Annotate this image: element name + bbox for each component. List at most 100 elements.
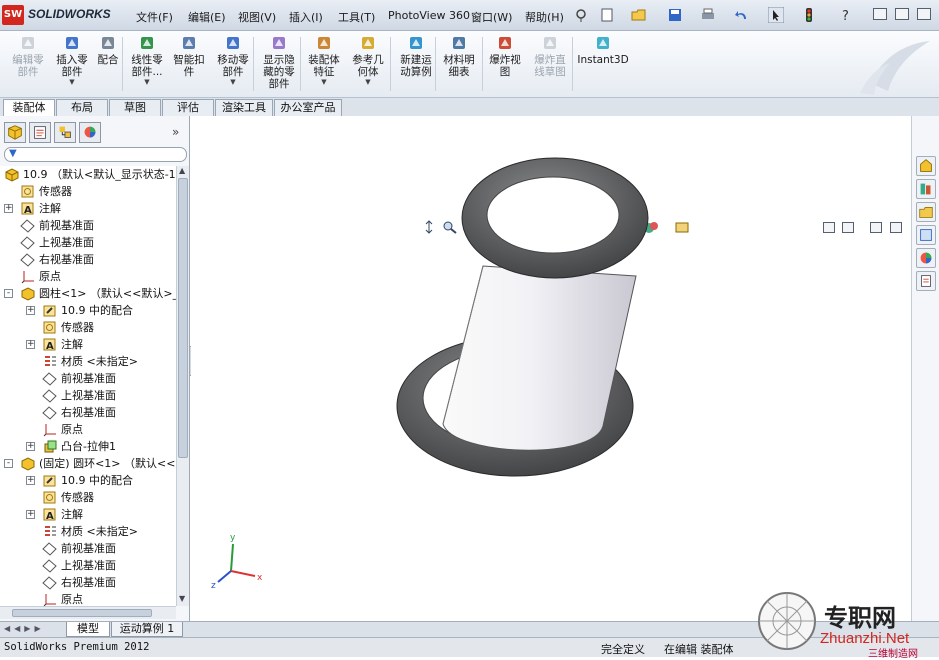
- tree-node[interactable]: 右视基准面: [0, 251, 176, 268]
- tab-evaluate[interactable]: 评估: [162, 99, 214, 116]
- tree-node[interactable]: 右视基准面: [0, 404, 176, 421]
- pin-icon[interactable]: [573, 7, 589, 23]
- view-palette-icon[interactable]: [916, 225, 936, 245]
- menu-window[interactable]: 窗口(W): [471, 9, 512, 25]
- tree-horizontal-scrollbar[interactable]: [0, 606, 176, 619]
- command-insert-component-button[interactable]: 插入零 部件 ▼: [55, 34, 89, 86]
- dropdown-caret-icon[interactable]: ▼: [349, 78, 387, 86]
- graphics-area[interactable]: ✕: [191, 116, 922, 621]
- menu-help[interactable]: 帮助(H): [525, 9, 564, 25]
- menu-photoview[interactable]: PhotoView 360: [388, 9, 470, 22]
- top-torus[interactable]: [461, 157, 649, 279]
- restore-button[interactable]: [895, 8, 909, 20]
- command-instant3d-button[interactable]: Instant3D: [577, 34, 629, 66]
- tree-node[interactable]: - 圆柱<1> （默认<<默认>_显示: [0, 285, 176, 302]
- command-explode-line-sketch-button[interactable]: 爆炸直 线草图: [531, 34, 569, 78]
- model-3d-view[interactable]: y x z: [191, 116, 911, 621]
- tab-model[interactable]: 模型: [66, 622, 110, 637]
- custom-properties-icon[interactable]: [916, 271, 936, 291]
- tree-node[interactable]: 上视基准面: [0, 387, 176, 404]
- expand-plus-icon[interactable]: +: [26, 306, 35, 315]
- tree-node[interactable]: + A 注解: [0, 336, 176, 353]
- tab-assembly[interactable]: 装配体: [3, 99, 55, 116]
- tab-motion-study-1[interactable]: 运动算例 1: [111, 622, 183, 637]
- tab-layout[interactable]: 布局: [56, 99, 108, 116]
- tab-scroll-arrows-icon[interactable]: ◀◀▶▶: [4, 624, 45, 633]
- tab-render-tools[interactable]: 渲染工具: [215, 99, 273, 116]
- save-icon[interactable]: [667, 7, 683, 23]
- tab-sketch[interactable]: 草图: [109, 99, 161, 116]
- configuration-manager-tab-icon[interactable]: [54, 122, 76, 143]
- tree-node[interactable]: +10.9 中的配合: [0, 472, 176, 489]
- file-explorer-icon[interactable]: [916, 202, 936, 222]
- command-mate-button[interactable]: 配合: [95, 34, 121, 66]
- menu-file[interactable]: 文件(F): [136, 9, 173, 25]
- expand-plus-icon[interactable]: +: [26, 442, 35, 451]
- collapse-panel-chevron-icon[interactable]: »: [172, 125, 179, 139]
- tree-node[interactable]: 前视基准面: [0, 217, 176, 234]
- tree-node[interactable]: 前视基准面: [0, 540, 176, 557]
- command-new-motion-study-button[interactable]: 新建运 动算例: [396, 34, 436, 78]
- dropdown-caret-icon[interactable]: ▼: [127, 78, 167, 86]
- expand-plus-icon[interactable]: +: [4, 204, 13, 213]
- rebuild-traffic-light-icon[interactable]: [801, 7, 817, 23]
- tree-node[interactable]: 右视基准面: [0, 574, 176, 591]
- property-manager-tab-icon[interactable]: [29, 122, 51, 143]
- scroll-up-arrow-icon[interactable]: ▲: [179, 166, 185, 175]
- tree-node[interactable]: +10.9 中的配合: [0, 302, 176, 319]
- tab-office-products[interactable]: 办公室产品: [274, 99, 342, 116]
- undo-icon[interactable]: [734, 7, 750, 23]
- tree-node[interactable]: + A 注解: [0, 200, 176, 217]
- tree-node[interactable]: 材质 <未指定>: [0, 353, 176, 370]
- dropdown-caret-icon[interactable]: ▼: [214, 78, 252, 86]
- command-edit-component-button[interactable]: 编辑零 部件: [8, 34, 48, 78]
- tree-node[interactable]: 10.9 （默认<默认_显示状态-1: [0, 166, 176, 183]
- expand-plus-icon[interactable]: +: [26, 510, 35, 519]
- command-smart-fasteners-button[interactable]: 智能扣 件: [171, 34, 207, 78]
- tree-node[interactable]: 原点: [0, 591, 176, 606]
- print-icon[interactable]: [700, 7, 716, 23]
- feature-manager-tab-icon[interactable]: [4, 122, 26, 143]
- menu-view[interactable]: 视图(V): [238, 9, 276, 25]
- close-button[interactable]: [917, 8, 931, 20]
- tree-node[interactable]: 前视基准面: [0, 370, 176, 387]
- menu-edit[interactable]: 编辑(E): [188, 9, 226, 25]
- tree-node[interactable]: 传感器: [0, 183, 176, 200]
- command-bill-of-materials-button[interactable]: 材料明 细表: [441, 34, 477, 78]
- horizontal-scroll-thumb[interactable]: [12, 609, 152, 617]
- tree-node[interactable]: 上视基准面: [0, 234, 176, 251]
- appearances-icon[interactable]: [916, 248, 936, 268]
- command-move-component-button[interactable]: 移动零 部件 ▼: [214, 34, 252, 86]
- select-pointer-icon[interactable]: [768, 7, 784, 23]
- command-assembly-features-button[interactable]: 装配体 特征 ▼: [305, 34, 343, 86]
- command-reference-geometry-button[interactable]: 参考几 何体 ▼: [349, 34, 387, 86]
- menu-tools[interactable]: 工具(T): [338, 9, 375, 25]
- display-manager-tab-icon[interactable]: [79, 122, 101, 143]
- tree-node[interactable]: 原点: [0, 421, 176, 438]
- tree-vertical-scrollbar[interactable]: ▲ ▼: [176, 166, 189, 606]
- tree-node[interactable]: + 凸台-拉伸1: [0, 438, 176, 455]
- tree-node[interactable]: 上视基准面: [0, 557, 176, 574]
- tree-node[interactable]: 材质 <未指定>: [0, 523, 176, 540]
- tree-node[interactable]: - (固定) 圆环<1> （默认<<默: [0, 455, 176, 472]
- command-exploded-view-button[interactable]: 爆炸视 图: [487, 34, 523, 78]
- tree-node[interactable]: + A 注解: [0, 506, 176, 523]
- tree-filter-input[interactable]: ▼: [4, 147, 187, 162]
- expand-plus-icon[interactable]: +: [26, 476, 35, 485]
- dropdown-caret-icon[interactable]: ▼: [305, 78, 343, 86]
- minimize-button[interactable]: [873, 8, 887, 20]
- menu-insert[interactable]: 插入(I): [289, 9, 323, 25]
- help-icon[interactable]: ?: [838, 7, 854, 23]
- tree-node[interactable]: 传感器: [0, 319, 176, 336]
- command-linear-pattern-button[interactable]: 线性零 部件... ▼: [127, 34, 167, 86]
- dropdown-caret-icon[interactable]: ▼: [55, 78, 89, 86]
- expand-plus-icon[interactable]: +: [26, 340, 35, 349]
- design-library-icon[interactable]: [916, 179, 936, 199]
- command-show-hidden-button[interactable]: 显示隐 藏的零 部件: [259, 34, 299, 90]
- open-folder-icon[interactable]: [631, 7, 647, 23]
- new-document-icon[interactable]: [599, 7, 615, 23]
- solidworks-logo[interactable]: SW SOLIDWORKS: [2, 4, 122, 26]
- collapse-minus-icon[interactable]: -: [4, 459, 13, 468]
- solidworks-resources-icon[interactable]: [916, 156, 936, 176]
- scroll-down-arrow-icon[interactable]: ▼: [179, 594, 185, 603]
